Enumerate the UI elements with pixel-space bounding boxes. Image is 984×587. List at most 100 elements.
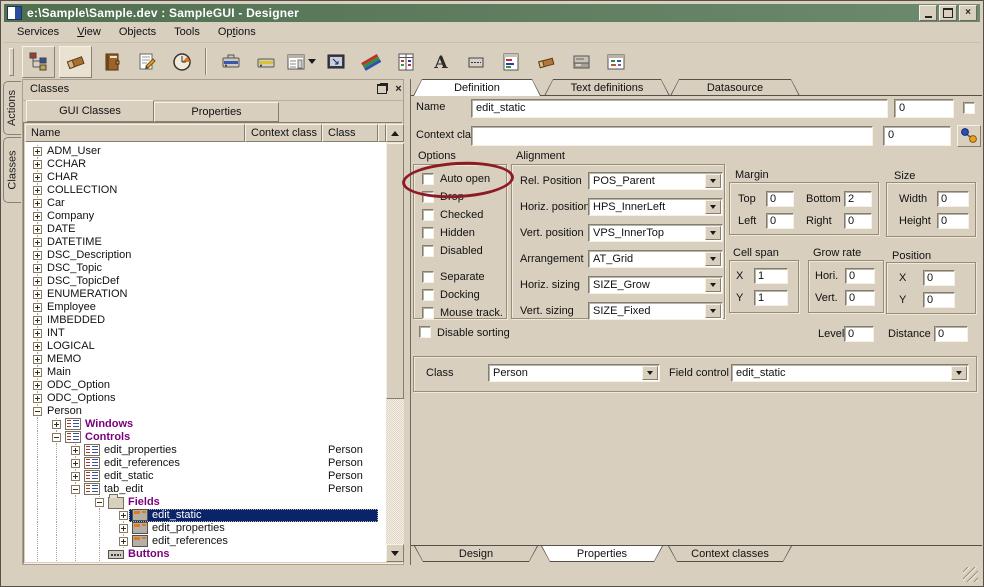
tree-row-cchar[interactable]: CCHAR <box>25 158 386 171</box>
tab-text-definitions[interactable]: Text definitions <box>544 79 670 96</box>
bottom-input[interactable]: 2 <box>844 191 872 207</box>
minimize-button[interactable] <box>919 5 937 21</box>
column-header-class[interactable]: Class <box>322 124 378 142</box>
tree-row-person[interactable]: Person <box>25 405 386 418</box>
expand-box[interactable] <box>71 446 80 455</box>
drive-yellow-button[interactable] <box>250 47 281 77</box>
form-combo-button[interactable] <box>285 47 316 77</box>
expand-box[interactable] <box>119 511 128 520</box>
dropdown-button[interactable] <box>705 200 721 214</box>
tree-row-buttons[interactable]: Buttons <box>25 548 386 561</box>
tree-row-dsc-description[interactable]: DSC_Description <box>25 249 386 262</box>
tree-row-company[interactable]: Company <box>25 210 386 223</box>
collapse-box[interactable] <box>33 407 42 416</box>
clock-button[interactable] <box>166 47 197 77</box>
y-input[interactable]: 1 <box>754 290 788 306</box>
level-input[interactable]: 0 <box>844 326 874 342</box>
toolbar-dropdown-arrow[interactable] <box>308 51 316 73</box>
expand-box[interactable] <box>33 199 42 208</box>
hori-input[interactable]: 0 <box>845 268 875 284</box>
scroll-up-button[interactable] <box>386 124 404 142</box>
expand-box[interactable] <box>33 368 42 377</box>
expand-box[interactable] <box>33 329 42 338</box>
tab-datasource[interactable]: Datasource <box>670 79 800 96</box>
checkbox-checked[interactable] <box>422 209 434 221</box>
context-class-input[interactable] <box>471 126 873 146</box>
column-header-name[interactable]: Name <box>25 124 245 142</box>
menu-view[interactable]: View <box>68 24 110 40</box>
drive-blue-button[interactable] <box>215 47 246 77</box>
name-checkbox[interactable] <box>963 102 975 114</box>
dropdown-button[interactable] <box>705 174 721 188</box>
tree-row-controls[interactable]: Controls <box>25 431 386 444</box>
tree-row-int[interactable]: INT <box>25 327 386 340</box>
screen-button[interactable] <box>320 47 351 77</box>
class-combo[interactable]: Person <box>488 364 660 382</box>
font-button[interactable]: A <box>425 47 456 77</box>
tree-row-adm-user[interactable]: ADM_User <box>25 145 386 158</box>
rel-position-combo[interactable]: POS_Parent <box>588 172 723 190</box>
float-panel-button[interactable] <box>374 82 389 96</box>
tree-row-enumeration[interactable]: ENUMERATION <box>25 288 386 301</box>
machine-button[interactable] <box>565 47 596 77</box>
expand-box[interactable] <box>33 160 42 169</box>
name-input[interactable]: edit_static <box>471 99 888 118</box>
tree-row-edit-properties[interactable]: edit_properties <box>25 522 386 535</box>
column-header-context-class[interactable]: Context class <box>245 124 322 142</box>
expand-box[interactable] <box>33 394 42 403</box>
scroll-thumb[interactable] <box>386 143 404 399</box>
top-input[interactable]: 0 <box>766 191 794 207</box>
vert-position-combo[interactable]: VPS_InnerTop <box>588 224 723 242</box>
checkbox-hidden[interactable] <box>422 227 434 239</box>
tree-row-windows[interactable]: Windows <box>25 418 386 431</box>
dropdown-button[interactable] <box>705 226 721 240</box>
x-input[interactable]: 0 <box>923 270 955 286</box>
distance-input[interactable]: 0 <box>934 326 968 342</box>
expand-box[interactable] <box>71 459 80 468</box>
context-number-input[interactable]: 0 <box>883 126 951 146</box>
expand-box[interactable] <box>33 251 42 260</box>
tree-row-logical[interactable]: LOGICAL <box>25 340 386 353</box>
tab-properties-left[interactable]: Properties <box>154 102 279 122</box>
tree-row-edit-references[interactable]: edit_referencesPerson <box>25 457 386 470</box>
tree-row-collection[interactable]: COLLECTION <box>25 184 386 197</box>
y-input[interactable]: 0 <box>923 292 955 308</box>
table-button[interactable] <box>390 47 421 77</box>
tree-row-employee[interactable]: Employee <box>25 301 386 314</box>
expand-box[interactable] <box>71 472 80 481</box>
field-control-combo[interactable]: edit_static <box>731 364 969 382</box>
horiz-position-combo[interactable]: HPS_InnerLeft <box>588 198 723 216</box>
ribbon-button[interactable] <box>355 47 386 77</box>
tab-design[interactable]: Design <box>414 546 538 562</box>
checkbox-separate[interactable] <box>422 271 434 283</box>
vert-sizing-combo[interactable]: SIZE_Fixed <box>588 302 723 320</box>
expand-box[interactable] <box>33 381 42 390</box>
expand-box[interactable] <box>33 316 42 325</box>
tree-row-edit-static[interactable]: edit_static <box>25 509 386 522</box>
vertical-tab-actions[interactable]: Actions <box>3 81 21 135</box>
collapse-box[interactable] <box>71 485 80 494</box>
tab-definition[interactable]: Definition <box>413 79 541 96</box>
expand-box[interactable] <box>33 355 42 364</box>
expand-box[interactable] <box>33 186 42 195</box>
expand-box[interactable] <box>33 147 42 156</box>
tree-row-main[interactable]: Main <box>25 366 386 379</box>
tree-row-odc-options[interactable]: ODC_Options <box>25 392 386 405</box>
expand-box[interactable] <box>33 238 42 247</box>
tree-row-edit-static[interactable]: edit_staticPerson <box>25 470 386 483</box>
checkbox-mouse-track[interactable] <box>422 307 434 319</box>
menu-options[interactable]: Options <box>209 24 265 40</box>
dialog-grid-button[interactable] <box>600 47 631 77</box>
close-button[interactable]: × <box>959 5 977 21</box>
book-button[interactable] <box>96 47 127 77</box>
name-number-input[interactable]: 0 <box>894 99 954 118</box>
tree-row-imbedded[interactable]: IMBEDDED <box>25 314 386 327</box>
menu-tools[interactable]: Tools <box>165 24 209 40</box>
form-list-button[interactable] <box>495 47 526 77</box>
checkbox-docking[interactable] <box>422 289 434 301</box>
tree-scrollbar[interactable] <box>386 124 404 562</box>
tab-gui-classes[interactable]: GUI Classes <box>26 100 154 122</box>
maximize-button[interactable] <box>939 5 957 21</box>
checkbox-drop[interactable] <box>422 191 434 203</box>
expand-box[interactable] <box>33 277 42 286</box>
